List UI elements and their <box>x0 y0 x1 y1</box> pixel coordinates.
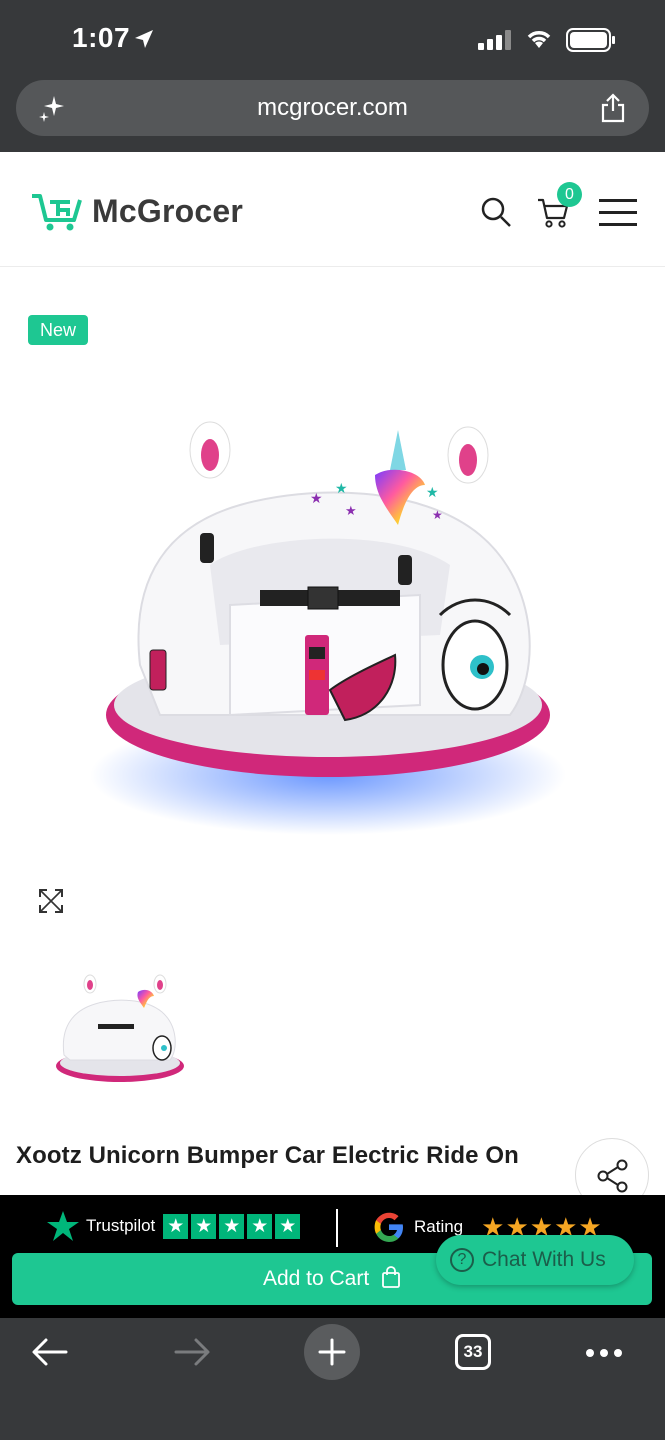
svg-text:★: ★ <box>426 484 439 500</box>
more-options-icon[interactable] <box>585 1348 623 1358</box>
bag-icon <box>382 1266 400 1289</box>
cart-logo-icon <box>32 194 82 231</box>
svg-text:★: ★ <box>335 480 348 496</box>
product-image[interactable]: ★ ★ ★ ★ ★ <box>90 415 570 855</box>
product-title: Xootz Unicorn Bumper Car Electric Ride O… <box>16 1142 519 1169</box>
new-tab-button[interactable] <box>304 1324 360 1380</box>
product-thumbnail[interactable] <box>50 970 190 1092</box>
new-badge: New <box>28 315 89 345</box>
svg-text:★: ★ <box>345 503 357 518</box>
trustpilot-stars: ★ ★ ★ ★ ★ <box>163 1213 303 1239</box>
forward-arrow-icon[interactable] <box>172 1336 212 1368</box>
google-g-icon <box>374 1212 403 1242</box>
hamburger-menu-icon[interactable] <box>598 196 638 228</box>
location-arrow-icon <box>135 30 153 48</box>
svg-text:★: ★ <box>432 508 443 522</box>
clock: 1:07 <box>72 22 131 53</box>
browser-address-area: mcgrocer.com <box>0 80 665 152</box>
trustpilot-label: Trustpilot <box>86 1216 156 1235</box>
trustpilot-rating[interactable]: Trustpilot ★ ★ ★ ★ ★ <box>46 1210 303 1242</box>
status-bar: 1:07 <box>0 0 665 80</box>
plus-icon <box>318 1338 346 1366</box>
wifi-icon <box>527 31 551 48</box>
chat-with-us-button[interactable]: ? Chat With Us <box>436 1235 634 1285</box>
cart-count-badge: 0 <box>557 182 582 207</box>
google-rating-label: Rating <box>414 1217 464 1236</box>
divider <box>336 1209 338 1247</box>
trustpilot-star-icon <box>47 1211 79 1241</box>
chat-label: Chat With Us <box>482 1248 606 1271</box>
add-to-cart-label: Add to Cart <box>262 1267 370 1290</box>
help-icon: ? <box>450 1248 474 1272</box>
search-icon[interactable] <box>480 196 512 228</box>
browser-toolbar: 33 <box>0 1318 665 1440</box>
signal-icon <box>478 30 511 50</box>
trustpilot-star: ★ <box>275 1213 301 1239</box>
expand-image-icon[interactable] <box>38 888 64 914</box>
back-arrow-icon[interactable] <box>30 1336 70 1368</box>
tabs-button[interactable]: 33 <box>455 1334 491 1370</box>
share-nodes-icon <box>597 1159 628 1193</box>
trustpilot-star: ★ <box>219 1213 245 1239</box>
address-bar[interactable]: mcgrocer.com <box>16 80 649 136</box>
battery-icon <box>566 28 615 52</box>
trustpilot-star: ★ <box>191 1213 217 1239</box>
site-header: McGrocer 0 <box>0 152 665 267</box>
sticky-purchase-bar: Trustpilot ★ ★ ★ ★ ★ Rating ★★★★★ Add to Car… <box>0 1195 665 1318</box>
share-icon[interactable] <box>598 92 628 124</box>
url-text[interactable]: mcgrocer.com <box>16 94 649 122</box>
trustpilot-star: ★ <box>247 1213 273 1239</box>
svg-text:★: ★ <box>310 490 323 506</box>
logo-text: McGrocer <box>92 192 243 229</box>
logo[interactable]: McGrocer <box>30 190 243 232</box>
trustpilot-star: ★ <box>163 1213 189 1239</box>
